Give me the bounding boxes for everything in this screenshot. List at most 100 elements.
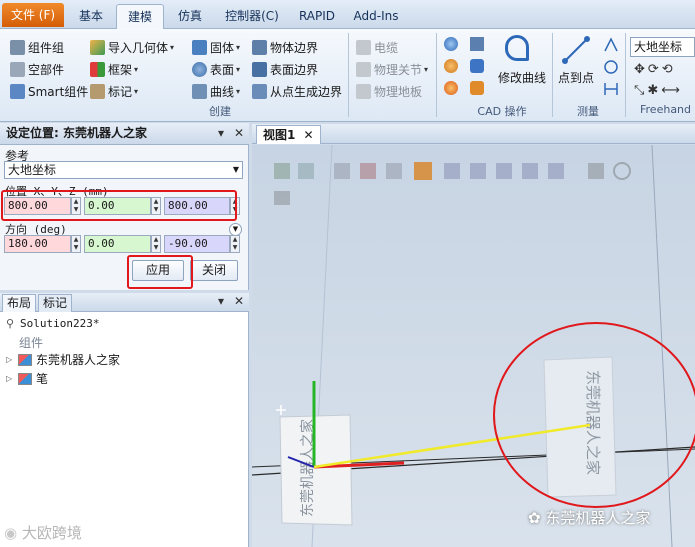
freehand-move-icon[interactable]: ✥⟳⟲ (634, 62, 694, 77)
physics-joint-button[interactable]: 物理关节 ▾ (356, 59, 428, 79)
orientation-x-input[interactable]: 180.00 (4, 235, 71, 253)
import-geometry-label: 导入几何体 (108, 40, 169, 55)
tag-label: 标记 (108, 84, 133, 99)
panel-close-icon[interactable]: ✕ (234, 294, 244, 308)
cable-label: 电缆 (374, 40, 399, 55)
viewport-tab-bar: 视图1 ✕ (252, 124, 695, 144)
import-geometry-icon (90, 39, 105, 55)
orientation-z-stepper[interactable]: ▲ ▼ (230, 235, 240, 253)
surface-boundary-button[interactable]: 表面边界 (252, 59, 318, 79)
physics-floor-button[interactable]: 物理地板 (356, 81, 422, 101)
tab-rapid[interactable]: RAPID (292, 4, 342, 29)
measure-tools-icon[interactable] (603, 37, 619, 97)
view-tool-icon[interactable] (274, 163, 290, 179)
tag-icon (90, 83, 105, 99)
cable-button[interactable]: 电缆 (356, 37, 398, 57)
extrude-icon[interactable] (470, 37, 484, 51)
wechat-icon: ✿ (528, 509, 546, 527)
tab-controller[interactable]: 控制器(C) (216, 4, 288, 29)
scene-canvas[interactable]: 东莞机器人之家 东莞机器人之家 (252, 145, 695, 547)
tab-tags[interactable]: 标记 (38, 294, 73, 312)
group-measure-label: 测量 (577, 105, 599, 118)
view-tool-icon[interactable] (334, 163, 350, 179)
panel-title: 设定位置: 东莞机器人之家 (0, 123, 249, 145)
plane-original[interactable] (279, 414, 353, 526)
ribbon-separator (348, 33, 349, 117)
surface-icon (192, 61, 207, 77)
panel-pin-icon[interactable]: ▾ (218, 294, 224, 308)
view-tool-icon[interactable] (386, 163, 402, 179)
curve-icon (192, 83, 207, 99)
view-tool-icon[interactable] (298, 163, 314, 179)
tab-modeling[interactable]: 建模 (116, 4, 164, 29)
reference-select[interactable]: 大地坐标 ▼ (4, 161, 243, 179)
tab-add-ins[interactable]: Add-Ins (348, 4, 404, 29)
view-tool-icon[interactable] (496, 163, 512, 179)
3d-viewport[interactable]: 东莞机器人之家 东莞机器人之家 ✿ 东莞机器人之家 (252, 145, 695, 547)
freehand-jog-icon[interactable]: ⤡✱⟷ (634, 83, 694, 98)
tree-item[interactable]: ▷ 笔 (6, 370, 48, 387)
fillet-icon[interactable] (470, 59, 484, 73)
orientation-y-stepper[interactable]: ▲ ▼ (151, 235, 161, 253)
view-tool-icon[interactable] (444, 163, 460, 179)
view-tool-icon[interactable] (522, 163, 538, 179)
frame-button[interactable]: 框架 ▾ (90, 59, 138, 79)
tab-file[interactable]: 文件 (F) (2, 3, 64, 27)
tab-layout[interactable]: 布局 (2, 294, 37, 312)
empty-part-button[interactable]: 空部件 (10, 59, 64, 79)
tree-solution[interactable]: ⚲ Solution223* (6, 317, 99, 330)
tree-item[interactable]: ▷ 东莞机器人之家 (6, 351, 120, 368)
orientation-z-input[interactable]: -90.00 (164, 235, 230, 253)
tag-button[interactable]: 标记 ▾ (90, 81, 138, 101)
close-icon[interactable]: ✕ (304, 128, 314, 142)
component-group-button[interactable]: 组件组 (10, 37, 64, 57)
view-toolbar[interactable] (274, 162, 631, 205)
empty-part-icon (10, 61, 25, 77)
tab-view1[interactable]: 视图1 ✕ (256, 125, 321, 144)
solid-button[interactable]: 固体 ▾ (192, 37, 240, 57)
close-button[interactable]: 关闭 (190, 260, 238, 281)
physics-floor-label: 物理地板 (374, 84, 423, 99)
orientation-x-stepper[interactable]: ▲ ▼ (71, 235, 81, 253)
split-icon[interactable] (470, 81, 484, 95)
modify-curve-button[interactable]: 修改曲线 (493, 69, 551, 86)
union-icon[interactable] (444, 37, 458, 51)
subtract-icon[interactable] (444, 81, 458, 95)
point-to-point-icon (562, 36, 590, 64)
view-tool-icon[interactable] (470, 163, 486, 179)
group-freehand-label: Freehand (640, 103, 692, 116)
curve-button[interactable]: 曲线 ▾ (192, 81, 240, 101)
expand-icon[interactable]: ▷ (6, 374, 18, 383)
panel-close-icon[interactable]: ✕ (234, 126, 244, 140)
empty-part-label: 空部件 (28, 62, 65, 77)
group-cad-label: CAD 操作 (477, 105, 527, 118)
surface-button[interactable]: 表面 ▾ (192, 59, 240, 79)
view-tool-icon[interactable] (613, 162, 631, 180)
tab-simulation[interactable]: 仿真 (168, 4, 212, 29)
smart-component-button[interactable]: Smart组件 (10, 81, 88, 101)
view-tool-icon[interactable] (588, 163, 604, 179)
watermark-right-text: 东莞机器人之家 (545, 509, 651, 527)
points-boundary-button[interactable]: 从点生成边界 (252, 81, 342, 101)
expand-icon[interactable]: ▷ (6, 355, 18, 364)
watermark-left-text: 大欧跨境 (21, 524, 82, 542)
view-tool-icon[interactable] (360, 163, 376, 179)
frame-icon (90, 61, 105, 77)
freehand-reference-combo[interactable]: 大地坐标 (630, 37, 695, 57)
body-boundary-button[interactable]: 物体边界 (252, 37, 318, 57)
intersect-icon[interactable] (444, 59, 458, 73)
position-highlight-box (1, 190, 237, 221)
reference-value: 大地坐标 (8, 163, 57, 177)
tab-basic[interactable]: 基本 (70, 4, 112, 29)
panel-pin-icon[interactable]: ▾ (218, 126, 224, 140)
point-to-point-button[interactable]: 点到点 (554, 69, 598, 86)
body-boundary-icon (252, 39, 267, 55)
modify-curve-icon (505, 35, 529, 61)
orientation-y-input[interactable]: 0.00 (84, 235, 151, 253)
selection-mode-icon[interactable] (414, 162, 432, 180)
view-tool-icon[interactable] (274, 191, 290, 205)
import-geometry-button[interactable]: 导入几何体 ▾ (90, 37, 174, 57)
frame-label: 框架 (108, 62, 133, 77)
view-tool-icon[interactable] (548, 163, 564, 179)
solution-label: Solution223* (20, 317, 100, 330)
